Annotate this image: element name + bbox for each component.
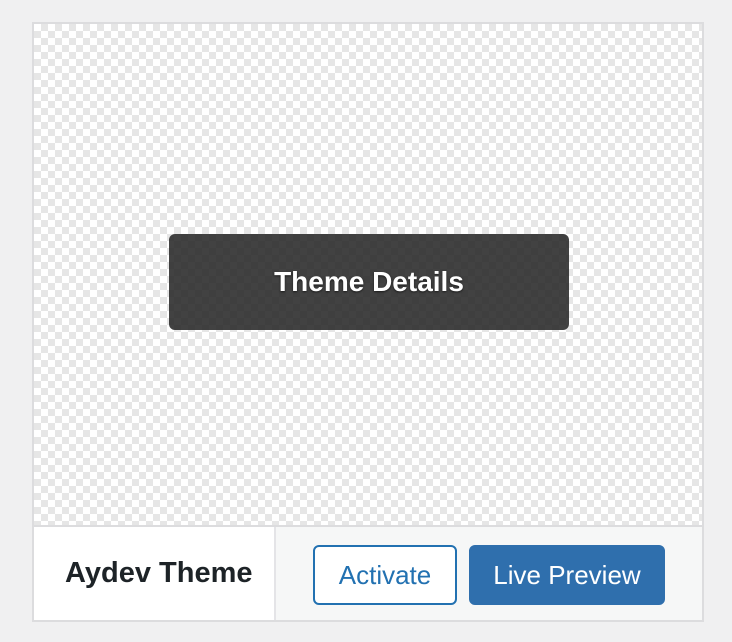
theme-details-label: Theme Details xyxy=(274,266,464,297)
theme-name: Aydev Theme xyxy=(65,557,253,589)
theme-screenshot[interactable]: Theme Details xyxy=(34,24,702,525)
theme-card[interactable]: Theme Details Aydev Theme Activate Live … xyxy=(32,22,704,622)
theme-actions: Activate Live Preview xyxy=(276,527,702,620)
theme-details-button[interactable]: Theme Details xyxy=(169,234,569,330)
theme-card-footer: Aydev Theme Activate Live Preview xyxy=(34,525,702,620)
theme-name-container: Aydev Theme xyxy=(34,527,276,620)
activate-button[interactable]: Activate xyxy=(313,545,457,605)
live-preview-button[interactable]: Live Preview xyxy=(469,545,665,605)
